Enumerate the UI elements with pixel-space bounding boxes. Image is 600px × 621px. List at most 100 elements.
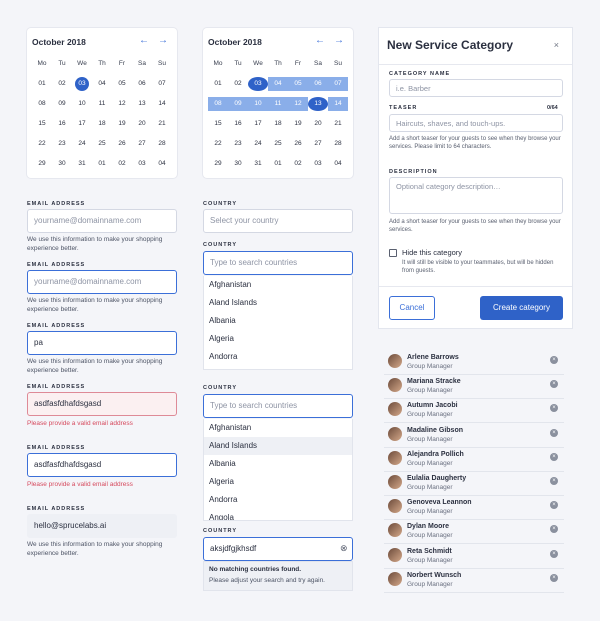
calendar-day[interactable]: 13 xyxy=(132,97,152,111)
calendar-day[interactable]: 12 xyxy=(112,97,132,111)
calendar-day[interactable]: 23 xyxy=(228,137,248,151)
calendar-day[interactable]: 11 xyxy=(268,97,288,111)
calendar-day[interactable]: 30 xyxy=(228,157,248,171)
calendar-day[interactable]: 02 xyxy=(112,157,132,171)
calendar-day[interactable]: 01 xyxy=(268,157,288,171)
remove-icon[interactable]: × xyxy=(550,404,558,413)
calendar-day[interactable]: 20 xyxy=(308,117,328,131)
remove-icon[interactable]: × xyxy=(550,501,558,510)
country-search-input[interactable]: Type to search countries xyxy=(203,251,353,275)
calendar-day[interactable]: 12 xyxy=(288,97,308,111)
calendar-day[interactable]: 26 xyxy=(112,137,132,151)
country-option[interactable]: Albania xyxy=(204,455,352,473)
prev-month-icon[interactable]: ← xyxy=(139,35,149,46)
calendar-day[interactable]: 03 xyxy=(248,77,268,91)
calendar-day[interactable]: 01 xyxy=(208,77,228,91)
calendar-day[interactable]: 05 xyxy=(288,77,308,91)
calendar-day[interactable]: 20 xyxy=(132,117,152,131)
remove-icon[interactable]: × xyxy=(550,452,558,461)
calendar-day[interactable]: 31 xyxy=(72,157,92,171)
calendar-day[interactable]: 30 xyxy=(52,157,72,171)
calendar-day[interactable]: 01 xyxy=(92,157,112,171)
calendar-day[interactable]: 28 xyxy=(328,137,348,151)
calendar-day[interactable]: 14 xyxy=(152,97,172,111)
calendar-day[interactable]: 21 xyxy=(152,117,172,131)
create-category-button[interactable]: Create category xyxy=(480,296,563,320)
calendar-day[interactable]: 06 xyxy=(132,77,152,91)
next-month-icon[interactable]: → xyxy=(334,35,344,46)
email-field[interactable]: yourname@domainname.com xyxy=(27,209,177,233)
calendar-day[interactable]: 25 xyxy=(268,137,288,151)
calendar-day[interactable]: 03 xyxy=(75,77,89,91)
calendar-day[interactable]: 26 xyxy=(288,137,308,151)
description-textarea[interactable]: Optional category description… xyxy=(389,177,563,214)
remove-icon[interactable]: × xyxy=(550,428,558,437)
calendar-day[interactable]: 02 xyxy=(228,77,248,91)
hide-checkbox[interactable] xyxy=(389,249,397,257)
country-option[interactable]: Aland Islands xyxy=(204,294,352,312)
calendar-day[interactable]: 16 xyxy=(52,117,72,131)
calendar-day[interactable]: 29 xyxy=(208,157,228,171)
country-option[interactable]: Algeria xyxy=(204,473,352,491)
clear-icon[interactable]: ⊗ xyxy=(340,543,348,554)
calendar-day[interactable]: 22 xyxy=(208,137,228,151)
calendar-day[interactable]: 18 xyxy=(268,117,288,131)
remove-icon[interactable]: × xyxy=(550,356,558,364)
remove-icon[interactable]: × xyxy=(550,380,558,389)
country-option[interactable]: Afghanistan xyxy=(204,419,352,437)
calendar-day[interactable]: 25 xyxy=(92,137,112,151)
calendar-day[interactable]: 04 xyxy=(268,77,288,91)
calendar-day[interactable]: 04 xyxy=(92,77,112,91)
calendar-day[interactable]: 03 xyxy=(132,157,152,171)
remove-icon[interactable]: × xyxy=(550,573,558,582)
calendar-day[interactable]: 08 xyxy=(32,97,52,111)
calendar-day[interactable]: 15 xyxy=(208,117,228,131)
calendar-day[interactable]: 09 xyxy=(228,97,248,111)
calendar-day[interactable]: 04 xyxy=(328,157,348,171)
country-option[interactable]: Afghanistan xyxy=(204,276,352,294)
remove-icon[interactable]: × xyxy=(550,525,558,534)
calendar-day[interactable]: 10 xyxy=(248,97,268,111)
country-search-input-query[interactable]: aksjdfgjkhsdf xyxy=(203,537,353,561)
country-option[interactable]: Andorra xyxy=(204,491,352,509)
calendar-day[interactable]: 22 xyxy=(32,137,52,151)
calendar-day[interactable]: 02 xyxy=(52,77,72,91)
calendar-day[interactable]: 18 xyxy=(92,117,112,131)
calendar-day[interactable]: 31 xyxy=(248,157,268,171)
country-option[interactable]: Andorra xyxy=(204,348,352,366)
calendar-day[interactable]: 06 xyxy=(308,77,328,91)
remove-icon[interactable]: × xyxy=(550,549,558,558)
calendar-day[interactable]: 27 xyxy=(132,137,152,151)
email-field-typing[interactable]: pa xyxy=(27,331,177,355)
country-search-input[interactable]: Type to search countries xyxy=(203,394,353,418)
calendar-day[interactable]: 16 xyxy=(228,117,248,131)
calendar-day[interactable]: 15 xyxy=(32,117,52,131)
calendar-day[interactable]: 24 xyxy=(72,137,92,151)
calendar-day[interactable]: 19 xyxy=(112,117,132,131)
calendar-day[interactable]: 10 xyxy=(72,97,92,111)
country-option[interactable]: Albania xyxy=(204,312,352,330)
calendar-day[interactable]: 17 xyxy=(72,117,92,131)
remove-icon[interactable]: × xyxy=(550,477,558,485)
country-select[interactable]: Select your country xyxy=(203,209,353,233)
calendar-day[interactable]: 03 xyxy=(308,157,328,171)
calendar-day[interactable]: 23 xyxy=(52,137,72,151)
calendar-day[interactable]: 05 xyxy=(112,77,132,91)
calendar-day[interactable]: 11 xyxy=(92,97,112,111)
calendar-day[interactable]: 02 xyxy=(288,157,308,171)
prev-month-icon[interactable]: ← xyxy=(315,35,325,46)
next-month-icon[interactable]: → xyxy=(158,35,168,46)
teaser-input[interactable]: Haircuts, shaves, and touch-ups. xyxy=(389,114,563,132)
country-option[interactable]: Angola xyxy=(204,509,352,520)
email-field-focused[interactable]: yourname@domainname.com xyxy=(27,270,177,294)
calendar-day[interactable]: 07 xyxy=(328,77,348,91)
email-field-error-focused[interactable]: asdfasfdhafdsgasd xyxy=(27,453,177,477)
hide-label[interactable]: Hide this category xyxy=(402,248,462,257)
calendar-day[interactable]: 07 xyxy=(152,77,172,91)
category-name-input[interactable]: i.e. Barber xyxy=(389,79,563,97)
email-field-error[interactable]: asdfasfdhafdsgasd xyxy=(27,392,177,416)
country-option[interactable]: Aland Islands xyxy=(204,437,352,455)
calendar-day[interactable]: 27 xyxy=(308,137,328,151)
calendar-day[interactable]: 09 xyxy=(52,97,72,111)
country-option[interactable]: Algeria xyxy=(204,330,352,348)
